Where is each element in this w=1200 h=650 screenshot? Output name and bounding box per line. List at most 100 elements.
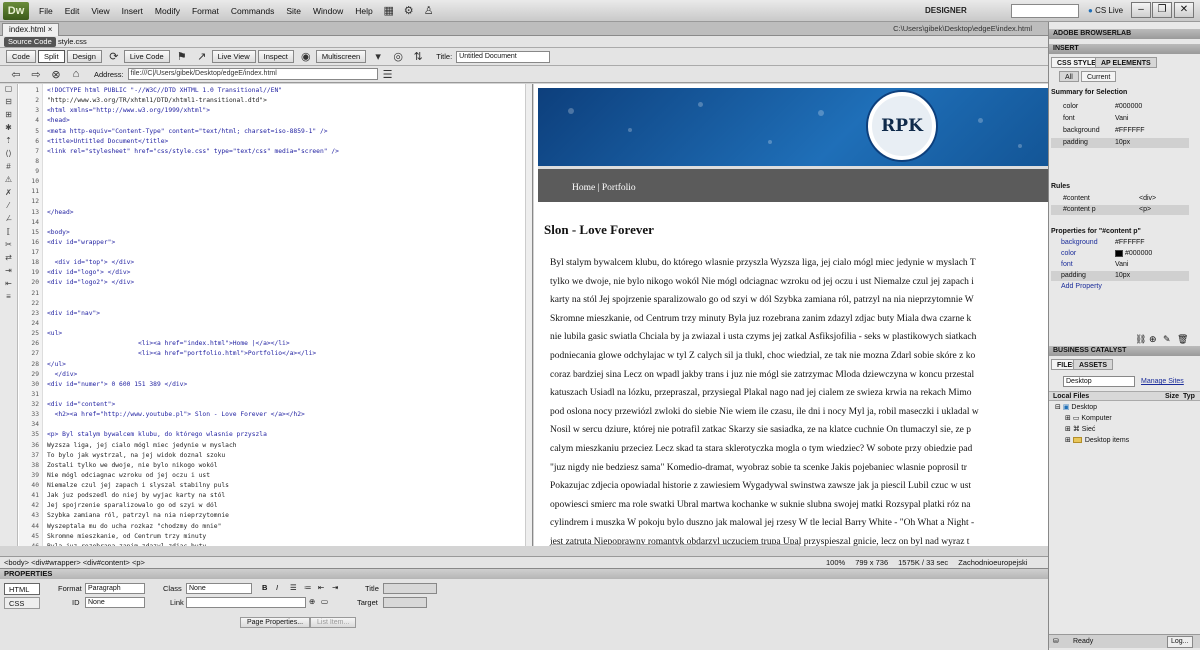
menu-site[interactable]: Site: [280, 0, 307, 22]
line-numbers-icon[interactable]: #: [0, 162, 17, 175]
address-options-icon[interactable]: ☰: [378, 66, 398, 82]
workspace-switcher[interactable]: DESIGNER: [925, 3, 967, 19]
page-properties-button[interactable]: Page Properties...: [240, 617, 311, 628]
browser-preview-icon[interactable]: ◎: [388, 49, 408, 65]
site-icon[interactable]: ♙: [419, 3, 439, 19]
ordered-list-icon[interactable]: ≔: [304, 583, 312, 592]
move-css-icon[interactable]: ⇄: [0, 253, 17, 266]
cs-live-button[interactable]: ● CS Live: [1088, 3, 1123, 19]
snippets-icon[interactable]: ✂: [0, 240, 17, 253]
wrap-tag-icon[interactable]: ⟦: [0, 227, 17, 240]
list-item-button[interactable]: List Item...: [310, 617, 357, 628]
menu-help[interactable]: Help: [349, 0, 378, 22]
address-input[interactable]: file:///C|/Users/gibek/Desktop/edgeE/ind…: [127, 68, 378, 80]
business-catalyst-header[interactable]: BUSINESS CATALYST: [1049, 346, 1200, 356]
close-button[interactable]: ✕: [1174, 2, 1194, 18]
current-button[interactable]: Current: [1081, 71, 1117, 82]
menu-view[interactable]: View: [85, 0, 115, 22]
property-row[interactable]: font Vani: [1051, 260, 1189, 270]
unordered-list-icon[interactable]: ☰: [290, 583, 297, 592]
design-view[interactable]: RPK Home | Portfolio Slon - Love Forever…: [534, 84, 1048, 546]
apply-comment-icon[interactable]: ⁄: [0, 201, 17, 214]
syntax-error-icon[interactable]: ✗: [0, 188, 17, 201]
zoom-level[interactable]: 100%: [826, 557, 845, 568]
rule-row[interactable]: #content <div>: [1051, 194, 1189, 204]
summary-row[interactable]: padding 10px: [1051, 138, 1189, 148]
code-view-button[interactable]: Code: [6, 50, 36, 63]
browserlab-header[interactable]: ADOBE BROWSERLAB: [1049, 29, 1200, 39]
insert-header[interactable]: INSERT: [1049, 44, 1200, 54]
split-view-button[interactable]: Split: [37, 50, 65, 63]
window-size[interactable]: 799 x 736: [855, 557, 888, 568]
menu-modify[interactable]: Modify: [149, 0, 186, 22]
expand-all-icon[interactable]: ✱: [0, 123, 17, 136]
code-view[interactable]: ▢ ⊟ ⊞ ✱ ⇡ ⟨⟩ # ⚠ ✗ ⁄ ⁄̶ ⟦ ✂ ⇄ ⇥ ⇤ ≡ 1234…: [0, 84, 533, 546]
tab-assets[interactable]: ASSETS: [1073, 359, 1114, 370]
indent-icon[interactable]: ⇥: [0, 266, 17, 279]
log-button[interactable]: Log...: [1167, 636, 1193, 648]
maximize-button[interactable]: ❐: [1152, 2, 1172, 18]
live-view-button[interactable]: Live View: [211, 50, 256, 63]
id-select[interactable]: None: [85, 597, 145, 608]
live-code-button[interactable]: Live Code: [123, 50, 170, 63]
select-parent-icon[interactable]: ⇡: [0, 136, 17, 149]
menu-window[interactable]: Window: [307, 0, 349, 22]
properties-header[interactable]: PROPERTIES: [0, 568, 1048, 579]
type-col[interactable]: Typ: [1183, 392, 1195, 402]
files-toolbar-icon[interactable]: ⛁: [1053, 635, 1059, 648]
remove-comment-icon[interactable]: ⁄̶: [0, 214, 17, 227]
check-icon[interactable]: ⚑: [172, 49, 192, 65]
menu-file[interactable]: File: [33, 0, 59, 22]
forward-icon[interactable]: ⇨: [26, 66, 46, 82]
outdent-icon[interactable]: ⇤: [318, 583, 324, 592]
html-mode-button[interactable]: HTML: [4, 583, 40, 595]
extend-icon[interactable]: ⚙: [399, 3, 419, 19]
tab-ap-elements[interactable]: AP ELEMENTS: [1095, 57, 1157, 68]
menu-commands[interactable]: Commands: [225, 0, 280, 22]
open-documents-icon[interactable]: ▢: [0, 84, 17, 97]
point-to-file-icon[interactable]: ⊕: [309, 597, 315, 606]
back-icon[interactable]: ⇦: [6, 66, 26, 82]
target-select[interactable]: [383, 597, 427, 608]
new-rule-icon[interactable]: ⊕: [1149, 334, 1157, 344]
property-row[interactable]: color #000000: [1051, 249, 1189, 259]
file-manage-icon[interactable]: ⇅: [408, 49, 428, 65]
tag-selector[interactable]: <body> <div#wrapper> <div#content> <p>: [4, 557, 145, 568]
inspect-arrow-icon[interactable]: ↗: [192, 49, 212, 65]
menu-format[interactable]: Format: [186, 0, 225, 22]
home-icon[interactable]: ⌂: [66, 66, 86, 82]
title-field[interactable]: [383, 583, 437, 594]
highlight-invalid-icon[interactable]: ⚠: [0, 175, 17, 188]
summary-row[interactable]: background #FFFFFF: [1051, 126, 1189, 136]
inspect-button[interactable]: Inspect: [257, 50, 294, 63]
color-swatch-icon[interactable]: [1115, 249, 1123, 257]
add-property-link[interactable]: Add Property: [1051, 282, 1189, 292]
browse-folder-icon[interactable]: ▭: [321, 597, 328, 606]
property-row[interactable]: background #FFFFFF: [1051, 238, 1189, 248]
format-source-icon[interactable]: ≡: [0, 292, 17, 305]
local-files-col[interactable]: Local Files: [1053, 392, 1089, 402]
search-input[interactable]: [1011, 4, 1079, 18]
menu-edit[interactable]: Edit: [59, 0, 86, 22]
globe-icon[interactable]: ◉: [296, 49, 316, 65]
nav-links[interactable]: Home | Portfolio: [572, 183, 636, 193]
all-button[interactable]: All: [1059, 71, 1079, 82]
manage-sites-link[interactable]: Manage Sites: [1141, 377, 1199, 387]
tree-item-desktop[interactable]: ⊟ ▣ Desktop: [1055, 403, 1097, 413]
bold-button[interactable]: B: [262, 583, 267, 592]
attach-stylesheet-icon[interactable]: ⛓: [1135, 334, 1146, 344]
collapse-tag-icon[interactable]: ⊟: [0, 97, 17, 110]
tree-item-network[interactable]: ⊞ ⌘ Sieć: [1065, 425, 1095, 435]
site-select[interactable]: Desktop: [1063, 376, 1135, 387]
source-code-button[interactable]: Source Code: [4, 37, 56, 47]
menu-insert[interactable]: Insert: [116, 0, 149, 22]
multiscreen-button[interactable]: Multiscreen: [315, 50, 367, 63]
balance-braces-icon[interactable]: ⟨⟩: [0, 149, 17, 162]
summary-row[interactable]: font Vani: [1051, 114, 1189, 124]
close-tab-icon[interactable]: ×: [48, 25, 53, 34]
layout-icon[interactable]: ▦: [379, 3, 399, 19]
stop-icon[interactable]: ⊗: [46, 66, 66, 82]
design-horizontal-scrollbar[interactable]: [550, 544, 800, 546]
format-select[interactable]: Paragraph: [85, 583, 145, 594]
collapse-selection-icon[interactable]: ⊞: [0, 110, 17, 123]
